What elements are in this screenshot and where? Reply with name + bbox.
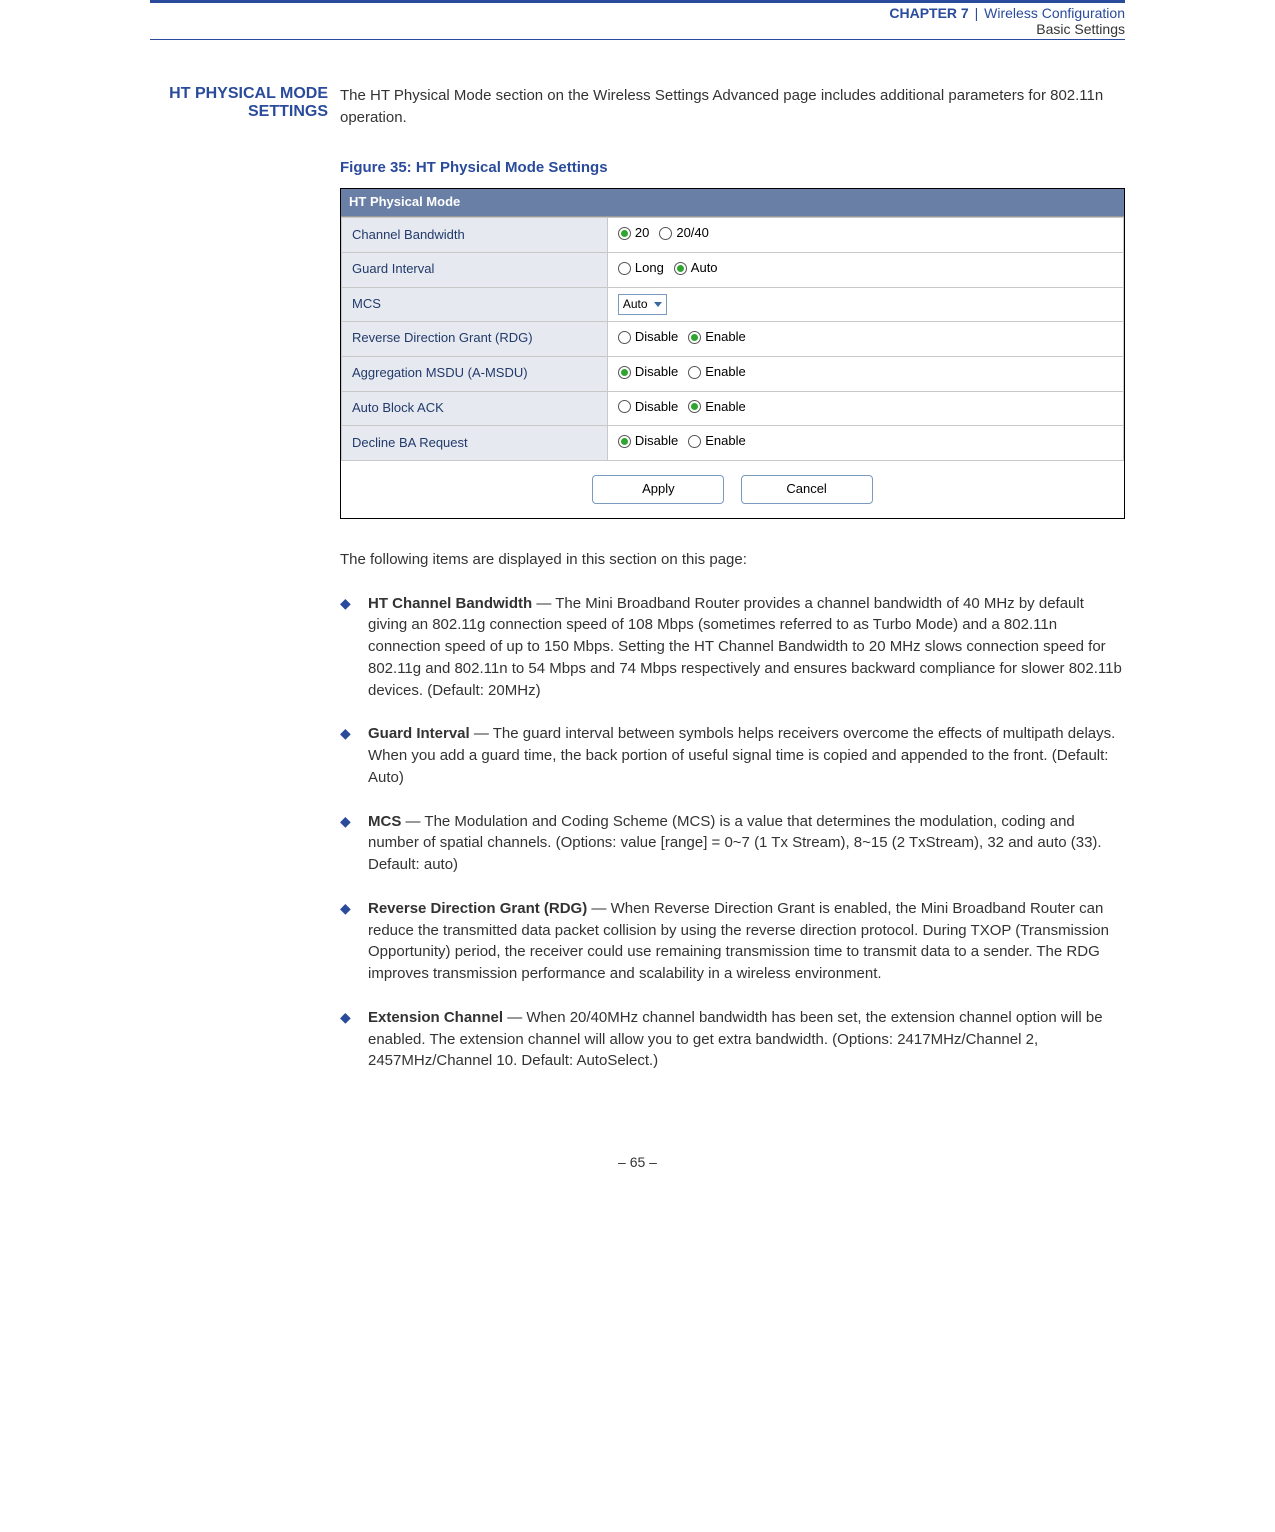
table-row: Auto Block ACK Disable Enable <box>342 391 1124 426</box>
radio-option[interactable]: Enable <box>688 432 745 451</box>
term: MCS <box>368 813 401 830</box>
header-chapter: CHAPTER 7 <box>889 5 968 21</box>
term: Extension Channel <box>368 1009 503 1026</box>
setting-label: Aggregation MSDU (A-MSDU) <box>342 356 608 391</box>
setting-label: Auto Block ACK <box>342 391 608 426</box>
term: Reverse Direction Grant (RDG) <box>368 900 587 917</box>
radio-icon <box>618 331 631 344</box>
radio-label: Disable <box>635 363 678 382</box>
description-intro: The following items are displayed in thi… <box>340 549 1125 571</box>
header-chapter-name: Wireless Configuration <box>984 5 1125 21</box>
radio-label: Disable <box>635 432 678 451</box>
figure-panel-title: HT Physical Mode <box>341 189 1124 217</box>
side-title-line1: HT PHYSICAL MODE <box>169 85 328 102</box>
radio-icon <box>618 227 631 240</box>
setting-label: Decline BA Request <box>342 426 608 461</box>
radio-icon <box>618 400 631 413</box>
cancel-button[interactable]: Cancel <box>741 475 873 504</box>
figure-caption: Figure 35: HT Physical Mode Settings <box>340 157 1125 179</box>
term: Guard Interval <box>368 725 470 742</box>
radio-option[interactable]: Enable <box>688 363 745 382</box>
section-side-heading: HT PHYSICAL MODE SETTINGS <box>150 85 340 121</box>
radio-icon <box>618 366 631 379</box>
header-separator: | <box>973 5 981 21</box>
radio-label: Enable <box>705 398 745 417</box>
term-description: — The Modulation and Coding Scheme (MCS)… <box>368 813 1102 874</box>
radio-icon <box>618 262 631 275</box>
radio-label: Disable <box>635 398 678 417</box>
radio-label: Enable <box>705 328 745 347</box>
setting-label: Reverse Direction Grant (RDG) <box>342 322 608 357</box>
radio-option[interactable]: Disable <box>618 363 678 382</box>
radio-icon <box>688 435 701 448</box>
description-list: HT Channel Bandwidth — The Mini Broadban… <box>340 593 1125 1073</box>
page-footer: – 65 – <box>150 1154 1125 1170</box>
radio-label: Long <box>635 259 664 278</box>
header-subtitle: Basic Settings <box>150 21 1125 37</box>
list-item: Reverse Direction Grant (RDG) — When Rev… <box>340 898 1125 985</box>
radio-icon <box>659 227 672 240</box>
radio-icon <box>688 366 701 379</box>
settings-table: Channel Bandwidth2020/40Guard IntervalLo… <box>341 217 1124 461</box>
table-row: Channel Bandwidth 20 20/40 <box>342 218 1124 253</box>
term: HT Channel Bandwidth <box>368 595 532 612</box>
list-item: MCS — The Modulation and Coding Scheme (… <box>340 811 1125 876</box>
radio-option[interactable]: Disable <box>618 432 678 451</box>
radio-label: Enable <box>705 432 745 451</box>
list-item: HT Channel Bandwidth — The Mini Broadban… <box>340 593 1125 702</box>
radio-option[interactable]: Auto <box>674 259 718 278</box>
radio-icon <box>688 331 701 344</box>
chevron-down-icon <box>654 302 662 307</box>
figure-box: HT Physical Mode Channel Bandwidth 20 20/4… <box>340 188 1125 519</box>
section-intro: The HT Physical Mode section on the Wire… <box>340 85 1125 129</box>
setting-value-cell: Disable Enable <box>607 322 1123 357</box>
radio-option[interactable]: 20 <box>618 224 649 243</box>
radio-option[interactable]: Enable <box>688 398 745 417</box>
radio-label: 20/40 <box>676 224 709 243</box>
radio-option[interactable]: Enable <box>688 328 745 347</box>
setting-value-cell: 20 20/40 <box>607 218 1123 253</box>
mcs-select[interactable]: Auto <box>618 294 667 315</box>
radio-label: 20 <box>635 224 649 243</box>
setting-value-cell: Auto <box>607 287 1123 321</box>
table-row: Reverse Direction Grant (RDG) Disable Enab… <box>342 322 1124 357</box>
radio-option[interactable]: Long <box>618 259 664 278</box>
radio-label: Disable <box>635 328 678 347</box>
setting-value-cell: Disable Enable <box>607 391 1123 426</box>
list-item: Extension Channel — When 20/40MHz channe… <box>340 1007 1125 1072</box>
table-row: Decline BA Request Disable Enable <box>342 426 1124 461</box>
setting-value-cell: Long Auto <box>607 252 1123 287</box>
setting-label: Guard Interval <box>342 252 608 287</box>
select-value: Auto <box>623 296 648 313</box>
radio-label: Auto <box>691 259 718 278</box>
radio-icon <box>618 435 631 448</box>
radio-icon <box>688 400 701 413</box>
radio-option[interactable]: Disable <box>618 398 678 417</box>
table-row: Aggregation MSDU (A-MSDU) Disable Enable <box>342 356 1124 391</box>
radio-option[interactable]: 20/40 <box>659 224 709 243</box>
table-row: MCS Auto <box>342 287 1124 321</box>
setting-value-cell: Disable Enable <box>607 426 1123 461</box>
page-header: CHAPTER 7 | Wireless Configuration Basic… <box>150 0 1125 40</box>
setting-label: MCS <box>342 287 608 321</box>
radio-icon <box>674 262 687 275</box>
radio-label: Enable <box>705 363 745 382</box>
setting-value-cell: Disable Enable <box>607 356 1123 391</box>
setting-label: Channel Bandwidth <box>342 218 608 253</box>
apply-button[interactable]: Apply <box>592 475 724 504</box>
list-item: Guard Interval — The guard interval betw… <box>340 723 1125 788</box>
side-title-line2: SETTINGS <box>248 103 328 120</box>
term-description: — The guard interval between symbols hel… <box>368 725 1115 786</box>
table-row: Guard Interval Long Auto <box>342 252 1124 287</box>
radio-option[interactable]: Disable <box>618 328 678 347</box>
